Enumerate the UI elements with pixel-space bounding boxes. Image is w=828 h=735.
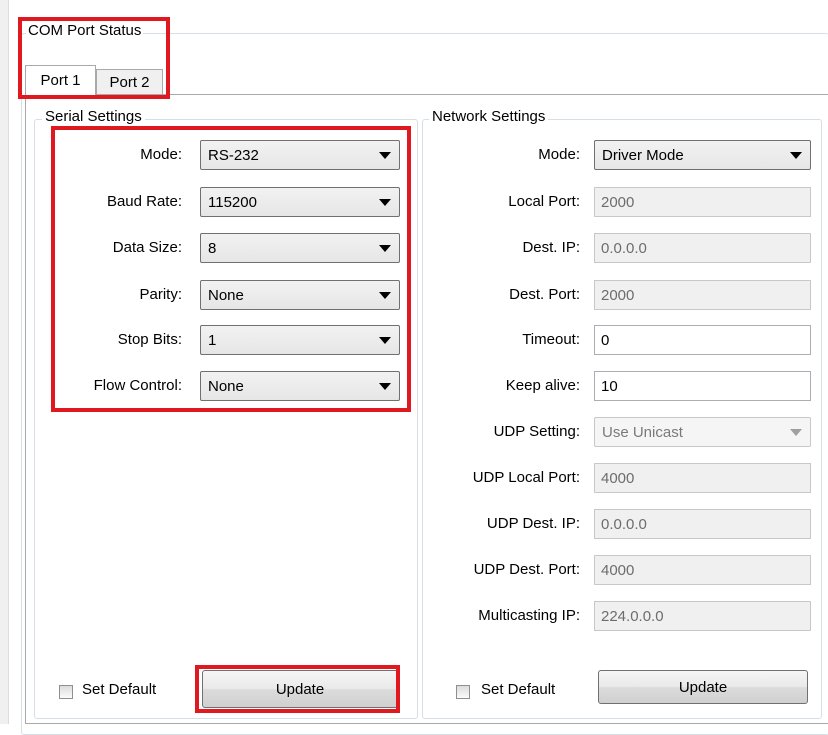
- chevron-down-icon: [379, 199, 391, 206]
- parity-label: Parity:: [139, 286, 182, 303]
- dest-ip-value: 0.0.0.0: [601, 239, 647, 257]
- dest-port-field[interactable]: 2000: [594, 280, 811, 310]
- data-size-value: 8: [208, 239, 217, 257]
- chevron-down-icon: [790, 152, 802, 159]
- udp-setting-value: Use Unicast: [602, 423, 683, 441]
- stop-bits-value: 1: [208, 331, 217, 349]
- udp-setting-label: UDP Setting:: [493, 423, 580, 440]
- udp-dest-port-field[interactable]: 4000: [594, 555, 811, 585]
- parity-select[interactable]: None: [200, 280, 400, 310]
- serial-update-label: Update: [275, 680, 325, 698]
- flow-control-label: Flow Control:: [93, 377, 182, 394]
- window-left-edge: [0, 0, 9, 724]
- tab-port-1-label: Port 1: [40, 72, 81, 89]
- local-port-label: Local Port:: [508, 193, 580, 210]
- network-mode-value: Driver Mode: [602, 146, 684, 164]
- data-size-label: Data Size:: [112, 239, 182, 256]
- serial-mode-label: Mode:: [140, 146, 182, 163]
- network-update-button[interactable]: Update: [598, 670, 808, 704]
- network-update-label: Update: [678, 678, 728, 696]
- multicasting-ip-value: 224.0.0.0: [601, 607, 664, 625]
- udp-local-port-label: UDP Local Port:: [472, 469, 580, 486]
- local-port-value: 2000: [601, 193, 635, 211]
- multicasting-ip-label: Multicasting IP:: [478, 607, 580, 624]
- multicasting-ip-field[interactable]: 224.0.0.0: [594, 601, 811, 631]
- timeout-value: 0: [601, 331, 610, 349]
- network-settings-title: Network Settings: [429, 108, 549, 125]
- tab-port-2-label: Port 2: [109, 74, 150, 91]
- dest-port-value: 2000: [601, 286, 635, 304]
- udp-dest-port-label: UDP Dest. Port:: [473, 561, 580, 578]
- flow-control-select[interactable]: None: [200, 371, 400, 401]
- keep-alive-value: 10: [601, 377, 618, 395]
- chevron-down-icon: [379, 383, 391, 390]
- data-size-select[interactable]: 8: [200, 233, 400, 263]
- serial-set-default-checkbox[interactable]: [59, 685, 73, 699]
- dest-port-label: Dest. Port:: [509, 286, 580, 303]
- tab-port-1[interactable]: Port 1: [25, 65, 96, 95]
- chevron-down-icon: [379, 292, 391, 299]
- tab-port-2[interactable]: Port 2: [96, 69, 163, 95]
- window-top-edge: [0, 0, 828, 8]
- chevron-down-icon: [379, 152, 391, 159]
- stop-bits-label: Stop Bits:: [117, 331, 182, 348]
- keep-alive-label: Keep alive:: [505, 377, 580, 394]
- local-port-field[interactable]: 2000: [594, 187, 811, 217]
- chevron-down-icon: [379, 245, 391, 252]
- udp-setting-select[interactable]: Use Unicast: [594, 417, 811, 447]
- serial-settings-title: Serial Settings: [42, 108, 145, 125]
- chevron-down-icon: [379, 337, 391, 344]
- udp-dest-ip-value: 0.0.0.0: [601, 515, 647, 533]
- baud-rate-select[interactable]: 115200: [200, 187, 400, 217]
- chevron-down-icon: [790, 429, 802, 436]
- stop-bits-select[interactable]: 1: [200, 325, 400, 355]
- parity-value: None: [208, 286, 244, 304]
- udp-dest-ip-label: UDP Dest. IP:: [486, 515, 580, 532]
- keep-alive-field[interactable]: 10: [594, 371, 811, 401]
- baud-rate-value: 115200: [208, 193, 257, 211]
- dest-ip-label: Dest. IP:: [522, 239, 580, 256]
- serial-set-default-label: Set Default: [82, 681, 157, 698]
- dest-ip-field[interactable]: 0.0.0.0: [594, 233, 811, 263]
- com-port-status-title: COM Port Status: [26, 22, 144, 39]
- timeout-label: Timeout:: [522, 331, 580, 348]
- udp-dest-port-value: 4000: [601, 561, 635, 579]
- udp-dest-ip-field[interactable]: 0.0.0.0: [594, 509, 811, 539]
- network-set-default-label: Set Default: [481, 681, 556, 698]
- timeout-field[interactable]: 0: [594, 325, 811, 355]
- network-mode-label: Mode:: [538, 146, 580, 163]
- udp-local-port-value: 4000: [601, 469, 635, 487]
- udp-local-port-field[interactable]: 4000: [594, 463, 811, 493]
- serial-mode-select[interactable]: RS-232: [200, 140, 400, 170]
- network-mode-select[interactable]: Driver Mode: [594, 140, 811, 170]
- serial-mode-value: RS-232: [208, 146, 259, 164]
- baud-rate-label: Baud Rate:: [106, 193, 182, 210]
- flow-control-value: None: [208, 377, 244, 395]
- network-set-default-checkbox[interactable]: [456, 685, 470, 699]
- serial-update-button[interactable]: Update: [202, 670, 398, 708]
